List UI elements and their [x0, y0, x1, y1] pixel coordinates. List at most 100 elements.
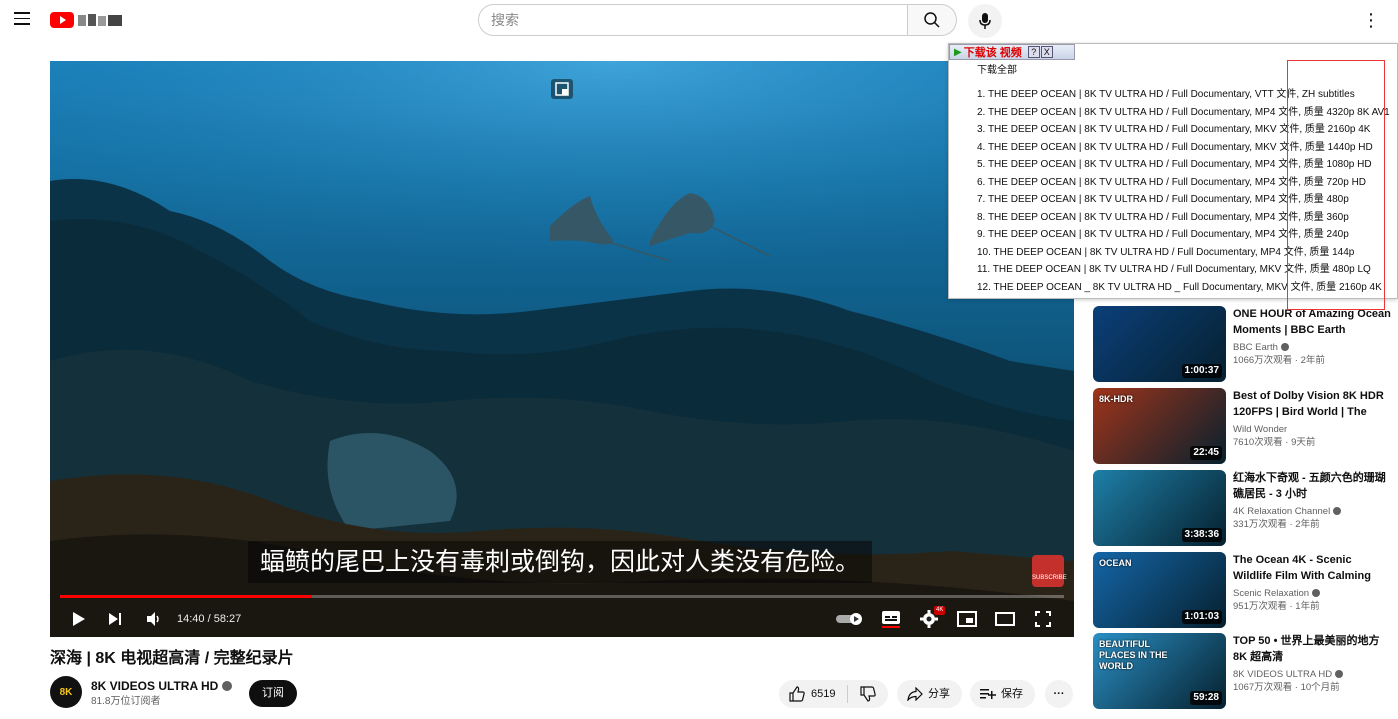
fullscreen-icon — [1035, 611, 1051, 627]
search-input[interactable]: 搜索 — [478, 4, 908, 36]
save-button[interactable]: 保存 — [970, 680, 1035, 708]
video-title[interactable]: Best of Dolby Vision 8K HDR 120FPS | Bir… — [1233, 388, 1393, 420]
video-duration: 1:01:03 — [1181, 610, 1222, 624]
download-all-link[interactable]: 下载全部 — [977, 64, 1017, 78]
video-duration: 3:38:36 — [1181, 528, 1222, 542]
video-player[interactable]: 蝠鲼的尾巴上没有毒刺或倒钩，因此对人类没有危险。 SUBSCRIBE 14:40… — [50, 61, 1074, 637]
video-thumbnail[interactable]: 8K-HDR 22:45 — [1093, 388, 1226, 464]
miniplayer-icon — [957, 611, 977, 627]
recommendation-item[interactable]: 8K-HDR 22:45 Best of Dolby Vision 8K HDR … — [1093, 388, 1398, 464]
download-option[interactable]: 1. THE DEEP OCEAN | 8K TV ULTRA HD / Ful… — [977, 86, 1398, 104]
download-option[interactable]: 3. THE DEEP OCEAN | 8K TV ULTRA HD / Ful… — [977, 121, 1398, 139]
channel-name[interactable]: 8K VIDEOS ULTRA HD — [91, 678, 233, 694]
download-panel-title[interactable]: 下载该 视频 — [964, 44, 1022, 60]
playlist-add-icon — [980, 689, 996, 699]
play-button[interactable] — [68, 607, 88, 631]
channel-name-label[interactable]: BBC Earth — [1233, 342, 1278, 353]
more-options-icon[interactable]: ⋮ — [1362, 10, 1380, 30]
channel-name[interactable]: Wild Wonder — [1233, 424, 1287, 436]
video-duration: 59:28 — [1190, 691, 1222, 705]
close-button[interactable]: X — [1040, 46, 1053, 58]
video-title[interactable]: ONE HOUR of Amazing Ocean Moments | BBC … — [1233, 306, 1393, 338]
thumbs-down-icon — [860, 686, 877, 702]
progress-bar[interactable] — [60, 595, 1064, 598]
voice-search-button[interactable] — [968, 4, 1002, 38]
channel-name-label[interactable]: 4K Relaxation Channel — [1233, 506, 1330, 517]
like-button[interactable]: 6519 — [779, 685, 849, 703]
autoplay-toggle[interactable] — [836, 607, 864, 631]
play-icon: ▶ — [954, 46, 962, 58]
search-icon — [924, 12, 940, 28]
more-actions-button[interactable]: ··· — [1045, 680, 1073, 708]
recommendation-item[interactable]: OCEAN 1:01:03 The Ocean 4K - Scenic Wildl… — [1093, 552, 1398, 628]
subtitle-caption: 蝠鲼的尾巴上没有毒刺或倒钩，因此对人类没有危险。 — [248, 541, 873, 583]
download-option[interactable]: 9. THE DEEP OCEAN | 8K TV ULTRA HD / Ful… — [977, 226, 1398, 244]
quality-badge: 4K — [934, 606, 946, 615]
download-option[interactable]: 12. THE DEEP OCEAN _ 8K TV ULTRA HD _ Fu… — [977, 279, 1398, 297]
miniplayer-button[interactable] — [956, 607, 978, 631]
volume-button[interactable] — [144, 607, 164, 631]
youtube-logo[interactable] — [50, 10, 124, 30]
thumbnail-label: OCEAN — [1099, 558, 1132, 568]
video-title[interactable]: The Ocean 4K - Scenic Wildlife Film With… — [1233, 552, 1393, 584]
time-display: 14:40 / 58:27 — [177, 613, 242, 625]
video-thumbnail[interactable]: OCEAN 1:01:03 — [1093, 552, 1226, 628]
download-option[interactable]: 7. THE DEEP OCEAN | 8K TV ULTRA HD / Ful… — [977, 191, 1398, 209]
channel-name-label[interactable]: 8K VIDEOS ULTRA HD — [91, 679, 218, 693]
download-option[interactable]: 5. THE DEEP OCEAN | 8K TV ULTRA HD / Ful… — [977, 156, 1398, 174]
thumbs-up-icon — [789, 686, 805, 702]
fullscreen-button[interactable] — [1032, 607, 1054, 631]
video-title[interactable]: 红海水下奇观 - 五颜六色的珊瑚礁居民 - 3 小时 — [1233, 470, 1393, 502]
video-meta: 1066万次观看 · 2年前 — [1233, 355, 1325, 366]
channel-name[interactable]: 8K VIDEOS ULTRA HD — [1233, 669, 1344, 681]
download-option[interactable]: 10. THE DEEP OCEAN | 8K TV ULTRA HD / Fu… — [977, 244, 1398, 262]
channel-name[interactable]: Scenic Relaxation — [1233, 588, 1321, 600]
theater-mode-button[interactable] — [994, 607, 1016, 631]
video-thumbnail[interactable]: BEAUTIFUL PLACES IN THE WORLD 59:28 — [1093, 633, 1226, 709]
like-count: 6519 — [811, 688, 836, 700]
next-icon — [109, 613, 121, 625]
channel-avatar[interactable]: 8K — [50, 676, 82, 708]
thumbnail-label: 8K-HDR — [1099, 394, 1134, 404]
video-thumbnail[interactable]: 1:00:37 — [1093, 306, 1226, 382]
verified-icon — [1335, 670, 1344, 678]
download-option[interactable]: 11. THE DEEP OCEAN | 8K TV ULTRA HD / Fu… — [977, 261, 1398, 279]
channel-name-label[interactable]: 8K VIDEOS ULTRA HD — [1233, 669, 1332, 680]
recommendation-item[interactable]: 3:38:36 红海水下奇观 - 五颜六色的珊瑚礁居民 - 3 小时 4K Re… — [1093, 470, 1398, 546]
video-duration: 1:00:37 — [1181, 364, 1222, 378]
next-button[interactable] — [106, 607, 124, 631]
video-meta: 7610次观看 · 9天前 — [1233, 437, 1316, 448]
channel-name-label[interactable]: Wild Wonder — [1233, 424, 1287, 435]
download-option[interactable]: 6. THE DEEP OCEAN | 8K TV ULTRA HD / Ful… — [977, 174, 1398, 192]
help-button[interactable]: ? — [1027, 46, 1040, 58]
video-title[interactable]: TOP 50 • 世界上最美丽的地方 8K 超高清 — [1233, 633, 1393, 665]
menu-icon[interactable] — [14, 12, 30, 26]
download-option[interactable]: 2. THE DEEP OCEAN | 8K TV ULTRA HD / Ful… — [977, 104, 1398, 122]
download-option[interactable]: 4. THE DEEP OCEAN | 8K TV ULTRA HD / Ful… — [977, 139, 1398, 157]
download-option[interactable]: 8. THE DEEP OCEAN | 8K TV ULTRA HD / Ful… — [977, 209, 1398, 227]
download-panel-header[interactable]: ▶ 下载该 视频 ? X — [949, 44, 1075, 60]
recommendation-item[interactable]: BEAUTIFUL PLACES IN THE WORLD 59:28 TOP 5… — [1093, 633, 1398, 709]
progress-fill — [60, 595, 312, 598]
subscribe-button[interactable]: 订阅 — [249, 680, 297, 707]
channel-name[interactable]: BBC Earth — [1233, 342, 1289, 354]
share-button[interactable]: 分享 — [897, 680, 962, 708]
save-label: 保存 — [1001, 688, 1023, 700]
video-thumbnail[interactable]: 3:38:36 — [1093, 470, 1226, 546]
subscribe-watermark[interactable]: SUBSCRIBE — [1032, 555, 1067, 587]
search-button[interactable] — [907, 4, 957, 36]
play-icon — [73, 612, 85, 626]
verified-icon — [222, 681, 233, 691]
video-meta: 1067万次观看 · 10个月前 — [1233, 682, 1340, 693]
miniplayer-icon[interactable] — [551, 79, 573, 99]
subscriber-count: 81.8万位订阅者 — [91, 696, 161, 707]
subtitles-button[interactable] — [880, 607, 902, 631]
channel-name[interactable]: 4K Relaxation Channel — [1233, 506, 1342, 518]
channel-name-label[interactable]: Scenic Relaxation — [1233, 588, 1309, 599]
top-bar: 搜索 ⋮ — [0, 0, 1398, 42]
video-duration: 22:45 — [1190, 446, 1222, 460]
video-meta: 951万次观看 · 1年前 — [1233, 601, 1320, 612]
dislike-button[interactable] — [848, 685, 888, 703]
recommendation-item[interactable]: 1:00:37 ONE HOUR of Amazing Ocean Moment… — [1093, 306, 1398, 382]
autoplay-toggle-icon — [836, 613, 862, 625]
